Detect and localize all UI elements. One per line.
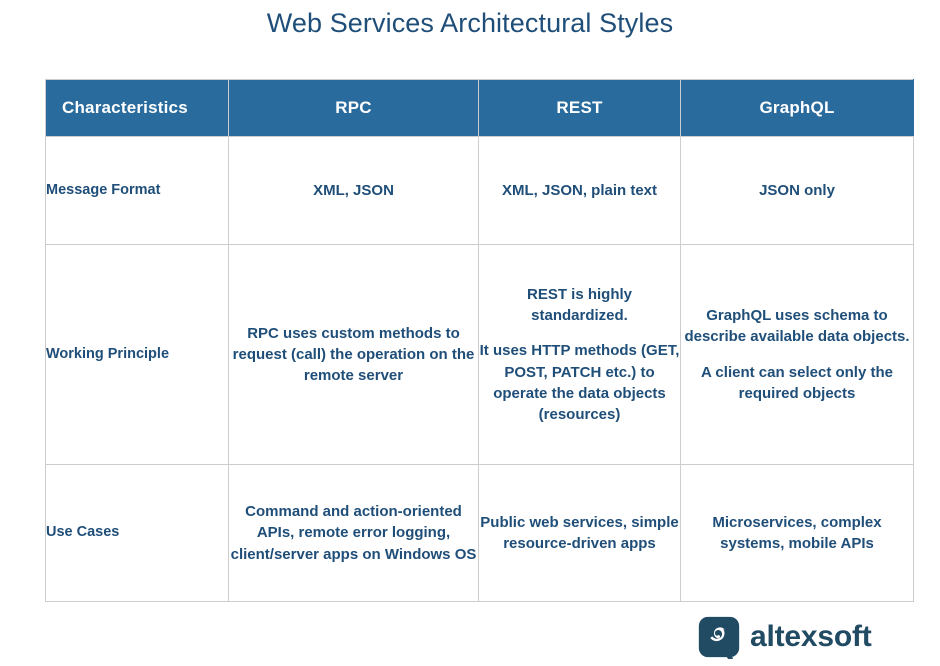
cell-paragraph: JSON only: [759, 181, 835, 199]
column-header-rest: REST: [478, 79, 681, 137]
table-row: Working Principle RPC uses custom method…: [45, 244, 914, 465]
cell-use-cases-rest: Public web services, simple resource-dri…: [478, 464, 681, 602]
column-header-rpc: RPC: [228, 79, 479, 137]
cell-working-principle-rest: REST is highly standardized. It uses HTT…: [478, 244, 681, 465]
brand-logo: altexsoft: [697, 615, 872, 659]
row-label-message-format: Message Format: [45, 136, 229, 245]
table-row: Use Cases Command and action-oriented AP…: [45, 464, 914, 602]
brand-name: altexsoft: [750, 620, 872, 653]
cell-message-format-graphql: JSON only: [680, 136, 914, 245]
cell-paragraph: Public web services, simple resource-dri…: [480, 513, 679, 552]
table-row: Message Format XML, JSON XML, JSON, plai…: [45, 136, 914, 245]
row-label-use-cases: Use Cases: [45, 464, 229, 602]
cell-use-cases-rpc: Command and action-oriented APIs, remote…: [228, 464, 479, 602]
table-header-row: Characteristics RPC REST GraphQL: [45, 79, 914, 137]
cell-paragraph: Microservices, complex systems, mobile A…: [712, 513, 882, 552]
cell-message-format-rpc: XML, JSON: [228, 136, 479, 245]
column-header-characteristics: Characteristics: [45, 79, 229, 137]
cell-paragraph: XML, JSON: [313, 181, 394, 199]
cell-message-format-rest: XML, JSON, plain text: [478, 136, 681, 245]
cell-working-principle-rpc: RPC uses custom methods to request (call…: [228, 244, 479, 465]
cell-paragraph: RPC uses custom methods to request (call…: [232, 324, 475, 385]
row-label-working-principle: Working Principle: [45, 244, 229, 465]
column-header-graphql: GraphQL: [680, 79, 914, 137]
cell-working-principle-graphql: GraphQL uses schema to describe availabl…: [680, 244, 914, 465]
web-services-comparison-table: Characteristics RPC REST GraphQL Message…: [45, 79, 914, 602]
cell-paragraph: Command and action-oriented APIs, remote…: [230, 503, 477, 563]
cell-paragraph: A client can select only the required ob…: [700, 363, 893, 402]
cell-paragraph: It uses HTTP methods (GET, POST, PATCH e…: [479, 342, 680, 424]
cell-use-cases-graphql: Microservices, complex systems, mobile A…: [680, 464, 914, 602]
cell-paragraph: GraphQL uses schema to describe availabl…: [684, 306, 910, 346]
page-title: Web Services Architectural Styles: [266, 8, 674, 38]
cell-paragraph: XML, JSON, plain text: [501, 181, 658, 199]
altexsoft-speech-bubble-icon: [698, 616, 740, 659]
cell-paragraph: REST is highly standardized.: [526, 285, 632, 324]
